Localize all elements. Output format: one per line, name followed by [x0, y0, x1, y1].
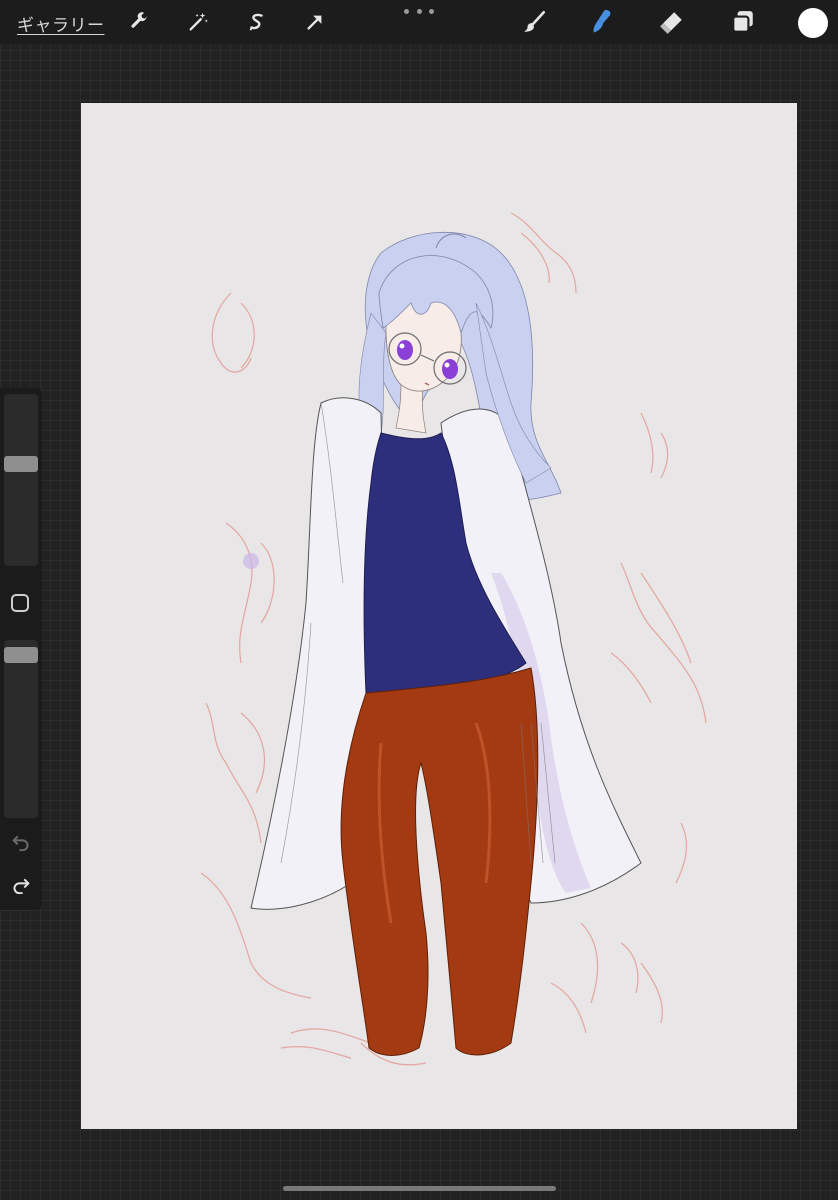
- more-options-icon[interactable]: [404, 4, 434, 18]
- magic-wand-icon[interactable]: [182, 6, 214, 38]
- eraser-icon[interactable]: [656, 6, 688, 38]
- gallery-button[interactable]: ギャラリー: [17, 11, 105, 36]
- redo-icon[interactable]: [8, 873, 34, 897]
- drawing-canvas[interactable]: [81, 103, 797, 1129]
- home-indicator: [283, 1186, 556, 1191]
- opacity-slider[interactable]: [4, 640, 38, 818]
- eye-left: [397, 340, 413, 360]
- transform-arrow-icon[interactable]: [299, 6, 331, 38]
- brush-size-slider[interactable]: [4, 394, 38, 566]
- eye-right: [442, 359, 458, 379]
- selection-s-icon[interactable]: [241, 6, 273, 38]
- wrench-icon[interactable]: [123, 6, 155, 38]
- smudge-icon[interactable]: [586, 6, 618, 38]
- brush-icon[interactable]: [518, 6, 550, 38]
- opacity-thumb[interactable]: [4, 647, 38, 663]
- layers-icon[interactable]: [727, 6, 759, 38]
- modify-button[interactable]: [11, 594, 29, 612]
- pants: [340, 667, 539, 1056]
- brush-size-thumb[interactable]: [4, 456, 38, 472]
- top-toolbar: ギャラリー: [0, 0, 838, 44]
- color-picker-button[interactable]: [798, 8, 828, 38]
- undo-icon[interactable]: [8, 830, 34, 854]
- artwork: [200, 212, 707, 1066]
- left-sidebar: [0, 388, 42, 910]
